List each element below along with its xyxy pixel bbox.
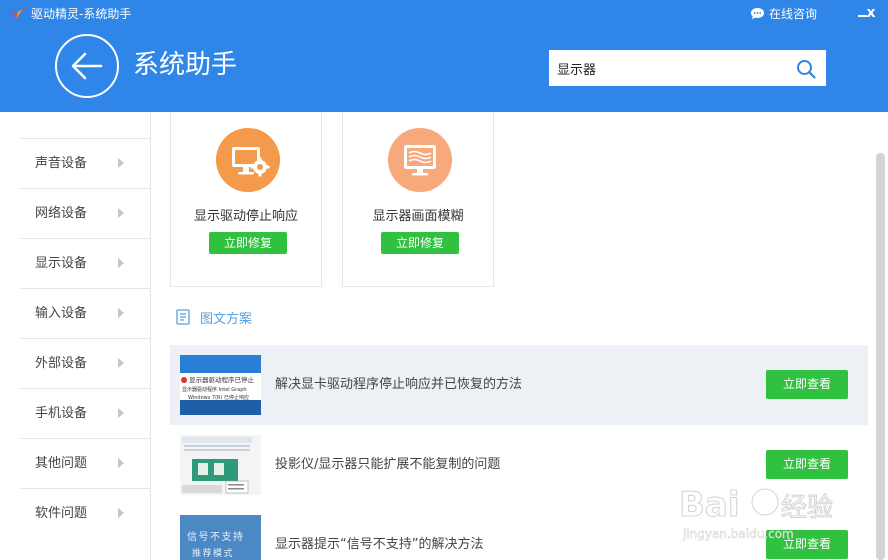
- chevron-right-icon: [118, 408, 124, 418]
- card-title: 显示器画面模糊: [372, 209, 464, 224]
- arrow-left-icon: [71, 52, 103, 80]
- monitor-blur-icon: [388, 128, 452, 192]
- article-title: 解决显卡驱动程序停止响应并已恢复的方法: [275, 377, 523, 392]
- sidebar: 声音设备 网络设备 显示设备 输入设备 外部设备 手机设备 其他问题 软件问题: [20, 112, 151, 560]
- article-title: 显示器提示“信号不支持”的解决方法: [275, 537, 484, 552]
- sidebar-item-sound[interactable]: 声音设备: [20, 138, 150, 188]
- monitor-gear-icon: [216, 128, 280, 192]
- thumb-line: 推荐模式: [192, 547, 234, 559]
- problem-card: 显示器画面模糊 立即修复: [342, 112, 494, 287]
- sidebar-item-software[interactable]: 软件问题: [20, 488, 150, 538]
- chevron-right-icon: [118, 158, 124, 168]
- sidebar-item-network[interactable]: 网络设备: [20, 188, 150, 238]
- article-row[interactable]: 显示器驱动程序已停止 显示器驱动程序 Intel Graph Windows 7…: [170, 345, 868, 425]
- search-input[interactable]: [549, 50, 789, 86]
- card-title: 显示驱动停止响应: [193, 209, 298, 224]
- thumb-line: Windows 7(R) 已停止响应: [188, 394, 249, 401]
- close-button[interactable]: x: [862, 3, 880, 23]
- article-thumbnail: 信号不支持 推荐模式: [180, 515, 261, 560]
- fix-now-button[interactable]: 立即修复: [381, 232, 459, 254]
- vertical-scrollbar[interactable]: [876, 153, 885, 560]
- chevron-right-icon: [118, 458, 124, 468]
- online-chat-link[interactable]: 在线咨询: [750, 4, 817, 22]
- app-logo-icon: [9, 6, 27, 19]
- article-thumbnail: 显示器驱动程序已停止 显示器驱动程序 Intel Graph Windows 7…: [180, 355, 261, 415]
- sidebar-item-label: 显示设备: [35, 256, 88, 271]
- sidebar-item-display[interactable]: 显示设备: [20, 238, 150, 288]
- page-title: 系统助手: [133, 50, 238, 80]
- document-icon: [176, 309, 190, 325]
- back-button[interactable]: [55, 34, 119, 98]
- sidebar-item-label: 外部设备: [35, 356, 88, 371]
- view-now-button[interactable]: 立即查看: [766, 370, 848, 399]
- header-bar: 驱动精灵-系统助手 在线咨询 x 系统助手: [0, 0, 888, 112]
- sidebar-item-label: 输入设备: [35, 306, 88, 321]
- sidebar-item-other[interactable]: 其他问题: [20, 438, 150, 488]
- sidebar-item-input[interactable]: 输入设备: [20, 288, 150, 338]
- view-now-button[interactable]: 立即查看: [766, 450, 848, 479]
- app-title: 驱动精灵-系统助手: [31, 7, 132, 21]
- chevron-right-icon: [118, 208, 124, 218]
- search-box: [549, 50, 826, 86]
- chevron-right-icon: [118, 308, 124, 318]
- sidebar-item-phone[interactable]: 手机设备: [20, 388, 150, 438]
- sidebar-item-label: 声音设备: [35, 156, 88, 171]
- chat-bubble-icon: [751, 7, 764, 19]
- view-now-button[interactable]: 立即查看: [766, 530, 848, 559]
- article-row[interactable]: 信号不支持 推荐模式 显示器提示“信号不支持”的解决方法 立即查看: [170, 505, 868, 560]
- sidebar-item-label: 手机设备: [35, 406, 88, 421]
- title-bar: 驱动精灵-系统助手 在线咨询 x: [0, 0, 888, 28]
- chevron-right-icon: [118, 258, 124, 268]
- fix-now-button[interactable]: 立即修复: [209, 232, 287, 254]
- thumb-line: 显示器驱动程序 Intel Graph: [182, 386, 247, 393]
- sidebar-item-label: 软件问题: [35, 506, 88, 521]
- chevron-right-icon: [118, 508, 124, 518]
- chevron-right-icon: [118, 358, 124, 368]
- sidebar-item-external[interactable]: 外部设备: [20, 338, 150, 388]
- thumb-line: 信号不支持: [187, 530, 245, 543]
- problem-card: 显示驱动停止响应 立即修复: [170, 112, 322, 287]
- online-chat-label: 在线咨询: [769, 6, 818, 21]
- thumb-line: 显示器驱动程序已停止: [189, 375, 255, 384]
- sidebar-item-label: 其他问题: [35, 456, 88, 471]
- section-header: 图文方案: [176, 306, 252, 328]
- article-row[interactable]: 投影仪/显示器只能扩展不能复制的问题 立即查看: [170, 425, 868, 505]
- search-icon[interactable]: [795, 58, 817, 80]
- article-title: 投影仪/显示器只能扩展不能复制的问题: [275, 457, 501, 472]
- article-thumbnail: [180, 435, 261, 495]
- sidebar-item-label: 网络设备: [35, 206, 88, 221]
- section-title: 图文方案: [200, 311, 253, 327]
